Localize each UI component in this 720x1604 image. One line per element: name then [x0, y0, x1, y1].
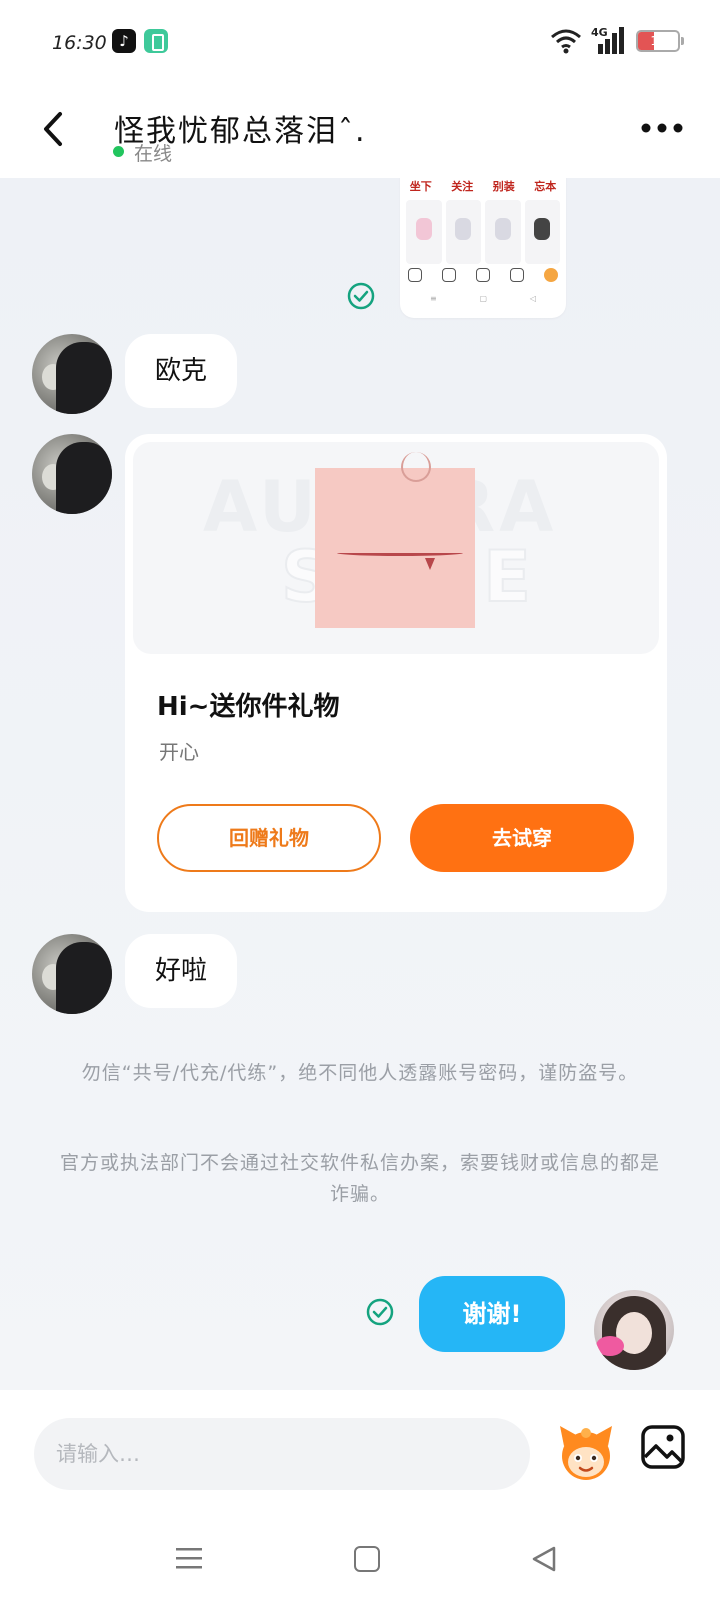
gift-image [315, 452, 475, 628]
wifi-icon [551, 29, 581, 54]
image-picker-icon[interactable] [640, 1424, 686, 1470]
shared-image-item [485, 200, 521, 264]
shared-image-nav [408, 268, 558, 282]
contact-avatar[interactable] [32, 934, 112, 1014]
gift-title: Hi~送你件礼物 [157, 692, 340, 722]
app-notification-icon [144, 29, 168, 53]
gift-image-nose [401, 452, 431, 482]
avatar-hood [56, 342, 112, 414]
shared-image-nav-icon [544, 268, 558, 282]
my-avatar[interactable] [594, 1290, 674, 1370]
shared-image-system-bar: ≡ ▢ ◁ [430, 294, 536, 303]
gift-message: 开心 [159, 740, 199, 764]
shared-image-nav-icon [510, 268, 524, 282]
read-check-icon [347, 282, 375, 310]
mascot-emoji-icon[interactable] [554, 1420, 618, 1484]
back-triangle-icon[interactable] [530, 1545, 558, 1573]
battery-icon: 13 [636, 30, 680, 52]
shared-image-message[interactable]: 坐下 关注 别装 忘本 ≡ ▢ ◁ [400, 178, 566, 318]
gift-preview: AURORA SERIE [133, 442, 659, 654]
system-navigation-bar [0, 1514, 720, 1604]
signal-strength-icon [598, 27, 624, 54]
battery-tip [681, 37, 684, 45]
try-on-button[interactable]: 去试穿 [410, 804, 634, 872]
chat-header: 怪我忧郁总落泪ˆ. 在线 [0, 86, 720, 178]
status-bar: 16:30 ♪ 4G 13 [0, 0, 720, 86]
shared-image-sys-icon: ▢ [479, 294, 488, 303]
shared-image-nav-icon [408, 268, 422, 282]
return-gift-button[interactable]: 回赠礼物 [157, 804, 381, 872]
shared-image-item [524, 200, 560, 264]
safety-notice: 勿信“共号/代充/代练”，绝不同他人透露账号密码，谨防盗号。 [81, 1062, 639, 1084]
tiktok-notification-icon: ♪ [112, 29, 136, 53]
shared-image-nav-icon [476, 268, 490, 282]
battery-level: 13 [650, 34, 666, 48]
more-horizontal-icon[interactable] [640, 118, 684, 138]
message-bubble-sent[interactable]: 谢谢! [419, 1276, 565, 1352]
gift-image-mouth [337, 550, 463, 556]
avatar-hood [56, 442, 112, 514]
message-bubble-received[interactable]: 欧克 [125, 334, 238, 408]
shared-image-tab: 坐下 [409, 180, 432, 193]
chat-message-list[interactable]: 坐下 关注 别装 忘本 ≡ ▢ ◁ 欧克 Hi~送你件礼物 开心 回赠礼物 去试… [0, 178, 720, 1390]
gift-image-fang [425, 558, 435, 570]
gift-card[interactable]: AURORA SERIE Hi~送你件礼物 开心 回赠礼物 去试穿 [125, 434, 667, 912]
shared-image-sys-icon: ≡ [430, 294, 437, 303]
chevron-left-icon[interactable] [34, 106, 74, 152]
avatar-hood [56, 942, 112, 1014]
shared-image-tab: 别装 [492, 180, 515, 193]
message-input-bar [0, 1390, 720, 1514]
avatar-sticker [596, 1336, 624, 1356]
menu-icon[interactable] [176, 1546, 202, 1570]
safety-notice: 官方或执法部门不会通过社交软件私信办案，索要钱财或信息的都是诈骗。 [60, 1152, 661, 1205]
shared-image-item [406, 200, 442, 264]
shared-image-tabs: 坐下 关注 别装 忘本 [400, 178, 566, 194]
message-input[interactable] [34, 1418, 530, 1490]
message-bubble-received[interactable]: 好啦 [125, 934, 238, 1008]
shared-image-sys-icon: ◁ [529, 294, 536, 303]
contact-avatar[interactable] [32, 434, 112, 514]
online-status-dot [113, 146, 124, 157]
read-check-icon [366, 1298, 394, 1326]
shared-image-item-grid [406, 200, 560, 264]
shared-image-tab: 关注 [451, 180, 474, 193]
shared-image-item [445, 200, 481, 264]
shared-image-nav-icon [442, 268, 456, 282]
home-icon[interactable] [354, 1546, 380, 1572]
shared-image-tab: 忘本 [534, 180, 557, 193]
status-time: 16:30 [52, 32, 107, 54]
contact-avatar[interactable] [32, 334, 112, 414]
online-status-text: 在线 [134, 143, 173, 165]
